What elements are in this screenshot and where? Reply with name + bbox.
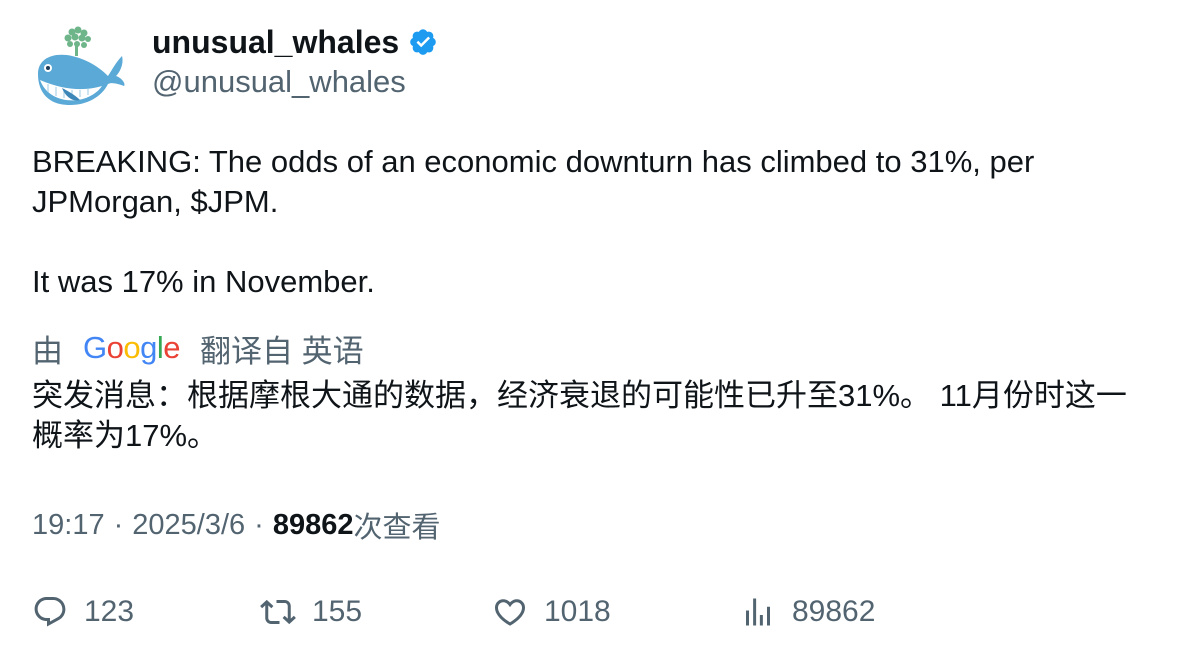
views-action-count: 89862 (792, 595, 876, 628)
views-label: 次查看 (353, 512, 441, 544)
retweet-icon (260, 599, 296, 625)
tweet-line: It was 17% in November. (32, 264, 375, 299)
meta-separator: · (113, 508, 124, 541)
reply-icon (34, 597, 66, 627)
heart-icon (494, 599, 526, 626)
action-bar: 123 155 1018 89862 (32, 588, 1162, 636)
tweet-text: BREAKING: The odds of an economic downtu… (32, 142, 1152, 302)
tweet-meta: 19:17 · 2025/3/6 · 89862 次查看 (32, 504, 440, 546)
views-count: 89862 (272, 508, 354, 541)
translated-from-label: 翻译自 英语 (200, 333, 364, 369)
translation-attribution[interactable]: 由 Google 翻译自 英语 (32, 326, 364, 370)
like-button[interactable]: 1018 (492, 588, 611, 636)
reply-count: 123 (84, 595, 135, 628)
verified-badge-icon (410, 29, 436, 55)
tweet-date[interactable]: 2025/3/6 (132, 509, 245, 542)
translated-text: 突发消息：根据摩根大通的数据，经济衰退的可能性已升至31%。 11月份时这一概率… (32, 378, 1127, 453)
meta-separator: · (254, 508, 264, 541)
tweet-line: BREAKING: The odds of an economic downtu… (32, 144, 1035, 219)
tweet-time[interactable]: 19:17 (32, 509, 105, 542)
retweet-button[interactable]: 155 (260, 588, 362, 636)
author-handle[interactable]: @unusual_whales (152, 64, 406, 100)
google-logo: Google (83, 330, 181, 365)
avatar[interactable] (32, 26, 126, 112)
display-name[interactable]: unusual_whales (152, 24, 399, 61)
retweet-count: 155 (312, 595, 363, 628)
like-count: 1018 (544, 595, 611, 628)
translated-by-label: 由 (32, 333, 63, 369)
author-name-row[interactable]: unusual_whales (152, 22, 438, 62)
views-button[interactable]: 89862 (740, 588, 875, 636)
whale-icon (38, 26, 125, 106)
reply-button[interactable]: 123 (32, 588, 134, 636)
analytics-icon (746, 598, 770, 626)
